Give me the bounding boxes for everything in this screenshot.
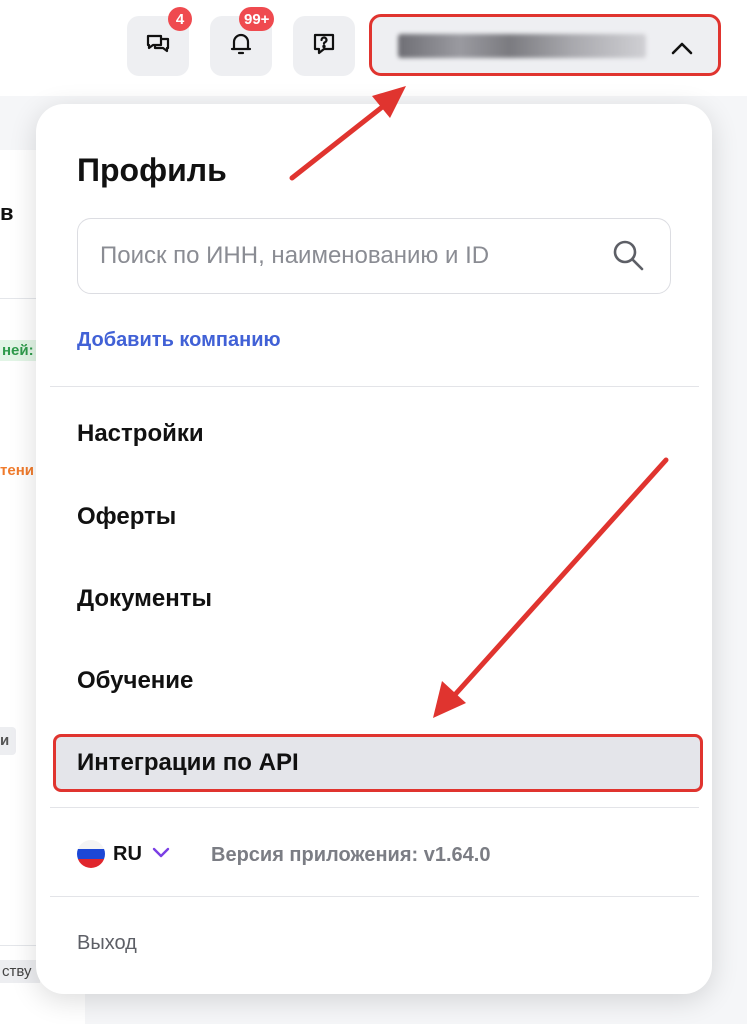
- blurred-account-name: [398, 34, 646, 58]
- company-search-input[interactable]: [98, 219, 602, 293]
- menu-item-api-integrations[interactable]: Интеграции по API: [53, 734, 703, 792]
- help-button[interactable]: [293, 16, 355, 76]
- chevron-up-icon: [668, 37, 696, 64]
- background-title-fragment: в: [0, 200, 14, 225]
- menu-item-training[interactable]: Обучение: [77, 667, 193, 695]
- background-bottom-tag: ству: [0, 960, 40, 983]
- language-selector[interactable]: RU: [77, 840, 170, 868]
- russian-flag-icon: [77, 840, 105, 868]
- background-orange-label: тени: [0, 462, 34, 479]
- chat-icon: [144, 30, 172, 63]
- chevron-down-icon: [152, 845, 170, 863]
- language-label: RU: [113, 842, 142, 865]
- add-company-link[interactable]: Добавить компанию: [77, 329, 281, 352]
- notifications-count-badge: 99+: [239, 7, 275, 31]
- profile-menu-panel: Профиль Добавить компанию Настройки Офер…: [36, 104, 712, 994]
- background-green-label: ней:: [0, 340, 40, 361]
- menu-item-documents[interactable]: Документы: [77, 585, 212, 613]
- logout-link[interactable]: Выход: [77, 932, 137, 955]
- notifications-button[interactable]: 99+: [210, 7, 275, 76]
- panel-title: Профиль: [77, 152, 227, 188]
- app-version: Версия приложения: v1.64.0: [211, 844, 491, 866]
- menu-divider: [50, 896, 699, 897]
- chat-button[interactable]: 4: [127, 7, 192, 76]
- company-search-field[interactable]: [77, 218, 671, 294]
- menu-item-offers[interactable]: Оферты: [77, 503, 176, 531]
- bell-icon: [227, 30, 255, 63]
- help-icon: [310, 30, 338, 63]
- menu-divider: [50, 807, 699, 808]
- menu-item-api-integrations-label: Интеграции по API: [77, 749, 299, 776]
- background-grey-tag: и: [0, 727, 16, 755]
- chat-count-badge: 4: [168, 7, 192, 31]
- profile-dropdown-button[interactable]: [369, 14, 721, 76]
- menu-divider: [50, 386, 699, 387]
- menu-item-settings[interactable]: Настройки: [77, 420, 204, 448]
- search-icon[interactable]: [610, 237, 646, 278]
